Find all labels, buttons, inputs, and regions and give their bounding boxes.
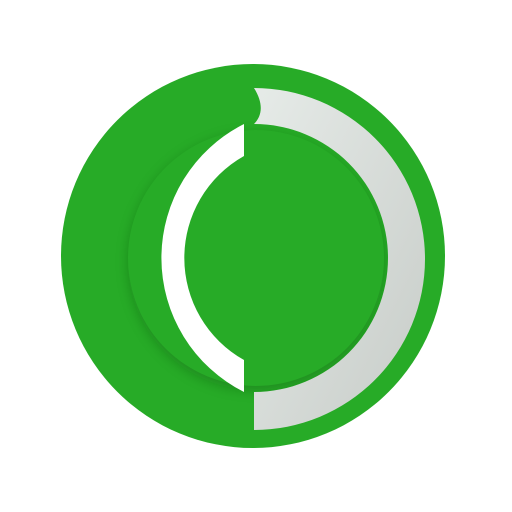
app-icon-canvas	[0, 0, 512, 512]
circular-arrows-app-icon	[61, 64, 445, 448]
